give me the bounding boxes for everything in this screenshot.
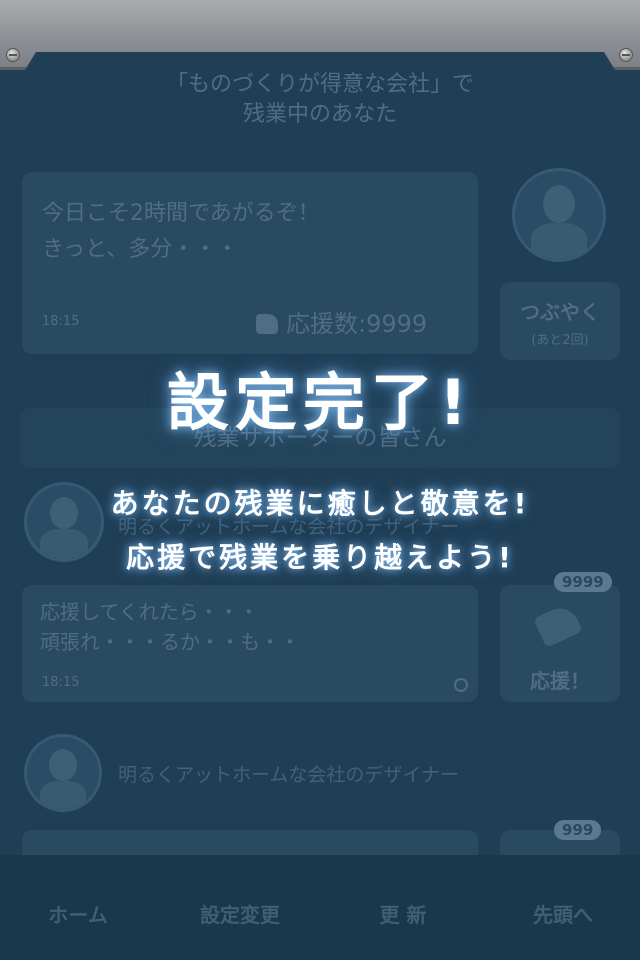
overlay-line-1: あなたの残業に癒しと敬意を! <box>110 487 530 520</box>
completion-overlay[interactable]: 設定完了! あなたの残業に癒しと敬意を! 応援で残業を乗り越えよう! <box>0 0 640 960</box>
overlay-title: 設定完了! <box>166 366 474 439</box>
overlay-line-2: 応援で残業を乗り越えよう! <box>126 541 514 574</box>
app-screen: 「ものづくりが得意な会社」で 残業中のあなた 今日こそ2時間であがるぞ！ きっと… <box>0 0 640 960</box>
